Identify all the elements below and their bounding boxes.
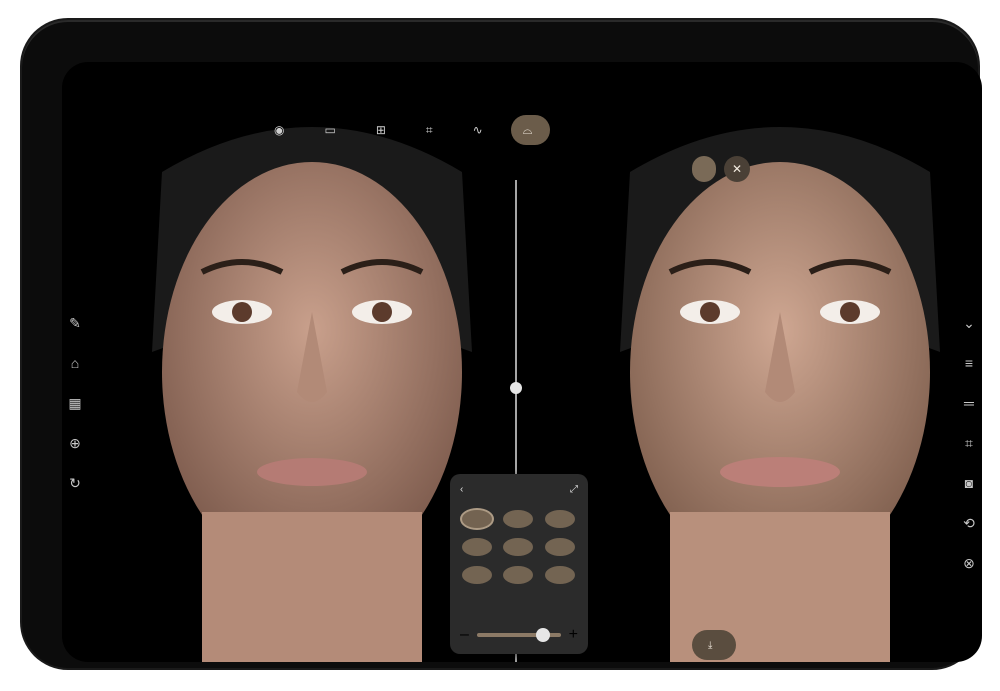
brush-icon[interactable]: ✎ [64, 312, 86, 334]
face-after-image [620, 127, 940, 662]
home-icon[interactable]: ⌂ [64, 352, 86, 374]
lips-icon: ⌓ [522, 122, 533, 137]
tab-lips[interactable]: ⌓ [510, 115, 551, 145]
plus-icon[interactable]: + [569, 626, 578, 644]
tab-face[interactable]: ◉ [262, 115, 302, 145]
tablet-device: ◉ ▭ ⊞ ⌗ ∿ ⌓ ✕ ✎ ⌂ ▦ ⊕ ↻ ⌄ ≡ ═ ⌗ ◙ ⟲ ⊗ ‹ … [22, 20, 982, 668]
face-icon: ◉ [274, 123, 285, 137]
grid-icon[interactable]: ▦ [64, 392, 86, 414]
left-toolbar: ✎ ⌂ ▦ ⊕ ↻ [64, 312, 86, 494]
app-screen: ◉ ▭ ⊞ ⌗ ∿ ⌓ ✕ ✎ ⌂ ▦ ⊕ ↻ ⌄ ≡ ═ ⌗ ◙ ⟲ ⊗ ‹ … [62, 62, 982, 662]
panel-header: ‹ ⤢ [450, 474, 588, 504]
curve-icon: ∿ [472, 123, 483, 137]
chevron-down-icon[interactable]: ⌄ [958, 312, 980, 334]
lip-option[interactable] [544, 538, 575, 556]
expand-icon[interactable]: ⤢ [570, 484, 578, 495]
close-button[interactable]: ✕ [724, 156, 750, 182]
close-icon: ✕ [731, 162, 743, 176]
lip-option[interactable] [544, 566, 575, 584]
lip-options-grid [450, 504, 588, 590]
right-toolbar: ⌄ ≡ ═ ⌗ ◙ ⟲ ⊗ [958, 312, 980, 574]
lip-option[interactable] [503, 510, 534, 528]
lip-option[interactable] [462, 510, 492, 528]
equals-icon[interactable]: ═ [958, 392, 980, 414]
top-toolbar: ◉ ▭ ⊞ ⌗ ∿ ⌓ [262, 112, 551, 148]
tab-curve[interactable]: ∿ [461, 115, 501, 145]
lip-option[interactable] [462, 538, 492, 556]
layers-icon[interactable]: ≡ [958, 352, 980, 374]
minus-icon[interactable]: – [460, 626, 469, 644]
crop-icon[interactable]: ⌗ [958, 432, 980, 454]
lip-option[interactable] [462, 566, 492, 584]
lip-style-panel: ‹ ⤢ – + [450, 474, 588, 654]
compare-icon: ⊞ [375, 123, 386, 137]
back-icon[interactable]: ‹ [460, 484, 463, 495]
measure-icon: ▭ [324, 123, 336, 137]
compare-divider-handle[interactable] [510, 382, 522, 394]
lock-icon[interactable]: ⊕ [64, 432, 86, 454]
intensity-slider[interactable]: – + [460, 626, 578, 644]
lock-icon[interactable]: ⊗ [958, 552, 980, 574]
camera-icon[interactable]: ◙ [958, 472, 980, 494]
refresh-icon[interactable]: ↻ [64, 472, 86, 494]
rotate-icon[interactable]: ⟲ [958, 512, 980, 534]
volume-icon: ⌗ [425, 122, 433, 137]
tab-volume[interactable]: ⌗ [414, 115, 451, 145]
bottom-action-button[interactable]: ⤓ [692, 630, 737, 660]
lip-option[interactable] [503, 538, 534, 556]
action-icon: ⤓ [708, 639, 713, 651]
face-before-image [152, 127, 472, 662]
slider-track[interactable] [476, 628, 561, 642]
tab-measure[interactable]: ▭ [312, 115, 353, 145]
tab-compare[interactable]: ⊞ [364, 115, 404, 145]
treatment-chip[interactable] [692, 156, 716, 182]
slider-thumb[interactable] [535, 628, 550, 642]
lip-option[interactable] [503, 566, 534, 584]
lip-option[interactable] [544, 510, 575, 528]
sub-toolbar: ✕ [692, 156, 750, 182]
